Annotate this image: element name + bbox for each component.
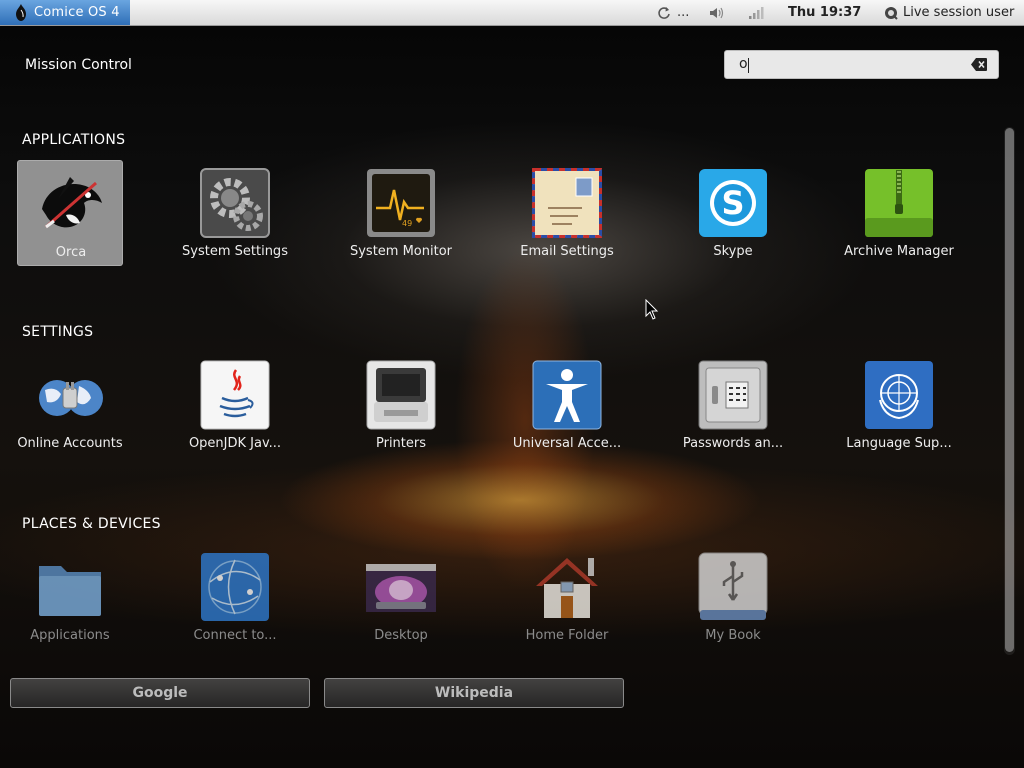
accessibility-icon xyxy=(532,360,602,430)
top-panel: Comice OS 4 ... Thu 19:37 Live session u… xyxy=(0,0,1024,26)
monitor-icon: 49 xyxy=(367,169,435,237)
app-label: System Monitor xyxy=(349,244,453,259)
app-orca[interactable]: Orca xyxy=(17,160,123,266)
orca-icon xyxy=(42,177,102,229)
signal-bars-icon xyxy=(749,6,764,19)
place-connect-to[interactable]: Connect to... xyxy=(182,544,288,650)
app-passwords[interactable]: Passwords an... xyxy=(680,352,786,458)
place-label: Home Folder xyxy=(525,628,609,643)
app-openjdk-java[interactable]: OpenJDK Jav... xyxy=(182,352,288,458)
desktop-icon xyxy=(366,564,436,612)
place-my-book[interactable]: My Book xyxy=(680,544,786,650)
app-skype[interactable]: S Skype xyxy=(680,160,786,266)
clock[interactable]: Thu 19:37 xyxy=(788,0,861,25)
skype-icon: S xyxy=(699,169,767,237)
scrollbar[interactable] xyxy=(1004,127,1015,655)
usb-drive-icon xyxy=(698,552,768,620)
place-label: Connect to... xyxy=(193,628,277,643)
archive-icon xyxy=(865,169,933,237)
app-online-accounts[interactable]: Online Accounts xyxy=(17,352,123,458)
home-icon xyxy=(536,558,598,618)
safe-icon xyxy=(698,360,768,430)
mission-control-title[interactable]: Mission Control xyxy=(25,57,132,73)
place-applications[interactable]: Applications xyxy=(17,544,123,650)
network-status-text: ... xyxy=(677,5,690,20)
svg-text:49: 49 xyxy=(402,219,412,228)
section-title-applications: APPLICATIONS xyxy=(22,132,126,148)
clear-search-icon[interactable] xyxy=(971,58,987,71)
app-email-settings[interactable]: Email Settings xyxy=(514,160,620,266)
section-title-places: PLACES & DEVICES xyxy=(22,516,161,532)
app-label: Universal Acce... xyxy=(512,436,622,451)
search-provider-wikipedia[interactable]: Wikipedia xyxy=(324,678,624,708)
refresh-icon xyxy=(658,6,670,19)
app-label: Printers xyxy=(375,436,427,451)
user-menu[interactable]: Live session user xyxy=(884,0,1014,25)
svg-text:S: S xyxy=(721,184,744,222)
app-system-monitor[interactable]: 49 System Monitor xyxy=(348,160,454,266)
java-icon xyxy=(200,360,270,430)
app-language-support[interactable]: Language Sup... xyxy=(846,352,952,458)
place-home-folder[interactable]: Home Folder xyxy=(514,544,620,650)
un-flag-icon xyxy=(865,361,933,429)
network-icon xyxy=(201,553,269,621)
place-label: Desktop xyxy=(374,628,428,643)
app-label: System Settings xyxy=(182,244,288,259)
scrollbar-thumb[interactable] xyxy=(1005,128,1014,652)
app-label: Email Settings xyxy=(520,244,614,259)
app-label: Skype xyxy=(713,244,753,259)
search-input-value: o xyxy=(739,56,748,72)
place-label: My Book xyxy=(705,628,761,643)
app-label: Archive Manager xyxy=(844,244,954,259)
place-desktop[interactable]: Desktop xyxy=(348,544,454,650)
envelope-icon xyxy=(532,168,602,238)
activities-button[interactable]: Comice OS 4 xyxy=(0,0,130,25)
user-status-icon xyxy=(885,6,898,20)
comice-logo-icon xyxy=(16,4,26,21)
app-label: Orca xyxy=(55,245,87,260)
app-label: Passwords an... xyxy=(682,436,784,451)
text-caret xyxy=(748,58,749,73)
place-label: Applications xyxy=(30,628,110,643)
app-label: Online Accounts xyxy=(17,436,123,451)
app-printers[interactable]: Printers xyxy=(348,352,454,458)
search-input[interactable]: o xyxy=(724,50,999,79)
session-label: Live session user xyxy=(903,5,1015,20)
app-label: Language Sup... xyxy=(846,436,952,451)
signal-indicator[interactable] xyxy=(748,0,764,25)
app-archive-manager[interactable]: Archive Manager xyxy=(844,160,954,266)
gear-icon xyxy=(200,168,270,238)
network-indicator[interactable]: ... xyxy=(657,0,689,25)
folder-icon xyxy=(39,566,101,616)
printer-icon xyxy=(366,360,436,430)
activities-label: Comice OS 4 xyxy=(34,5,120,20)
mouse-pointer-icon xyxy=(645,299,659,320)
volume-indicator[interactable] xyxy=(709,0,725,25)
search-provider-google[interactable]: Google xyxy=(10,678,310,708)
section-title-settings: SETTINGS xyxy=(22,324,94,340)
volume-icon xyxy=(710,7,724,18)
globe-icon xyxy=(39,380,103,416)
app-universal-access[interactable]: Universal Acce... xyxy=(513,352,621,458)
app-system-settings[interactable]: System Settings xyxy=(182,160,288,266)
app-label: OpenJDK Jav... xyxy=(188,436,282,451)
